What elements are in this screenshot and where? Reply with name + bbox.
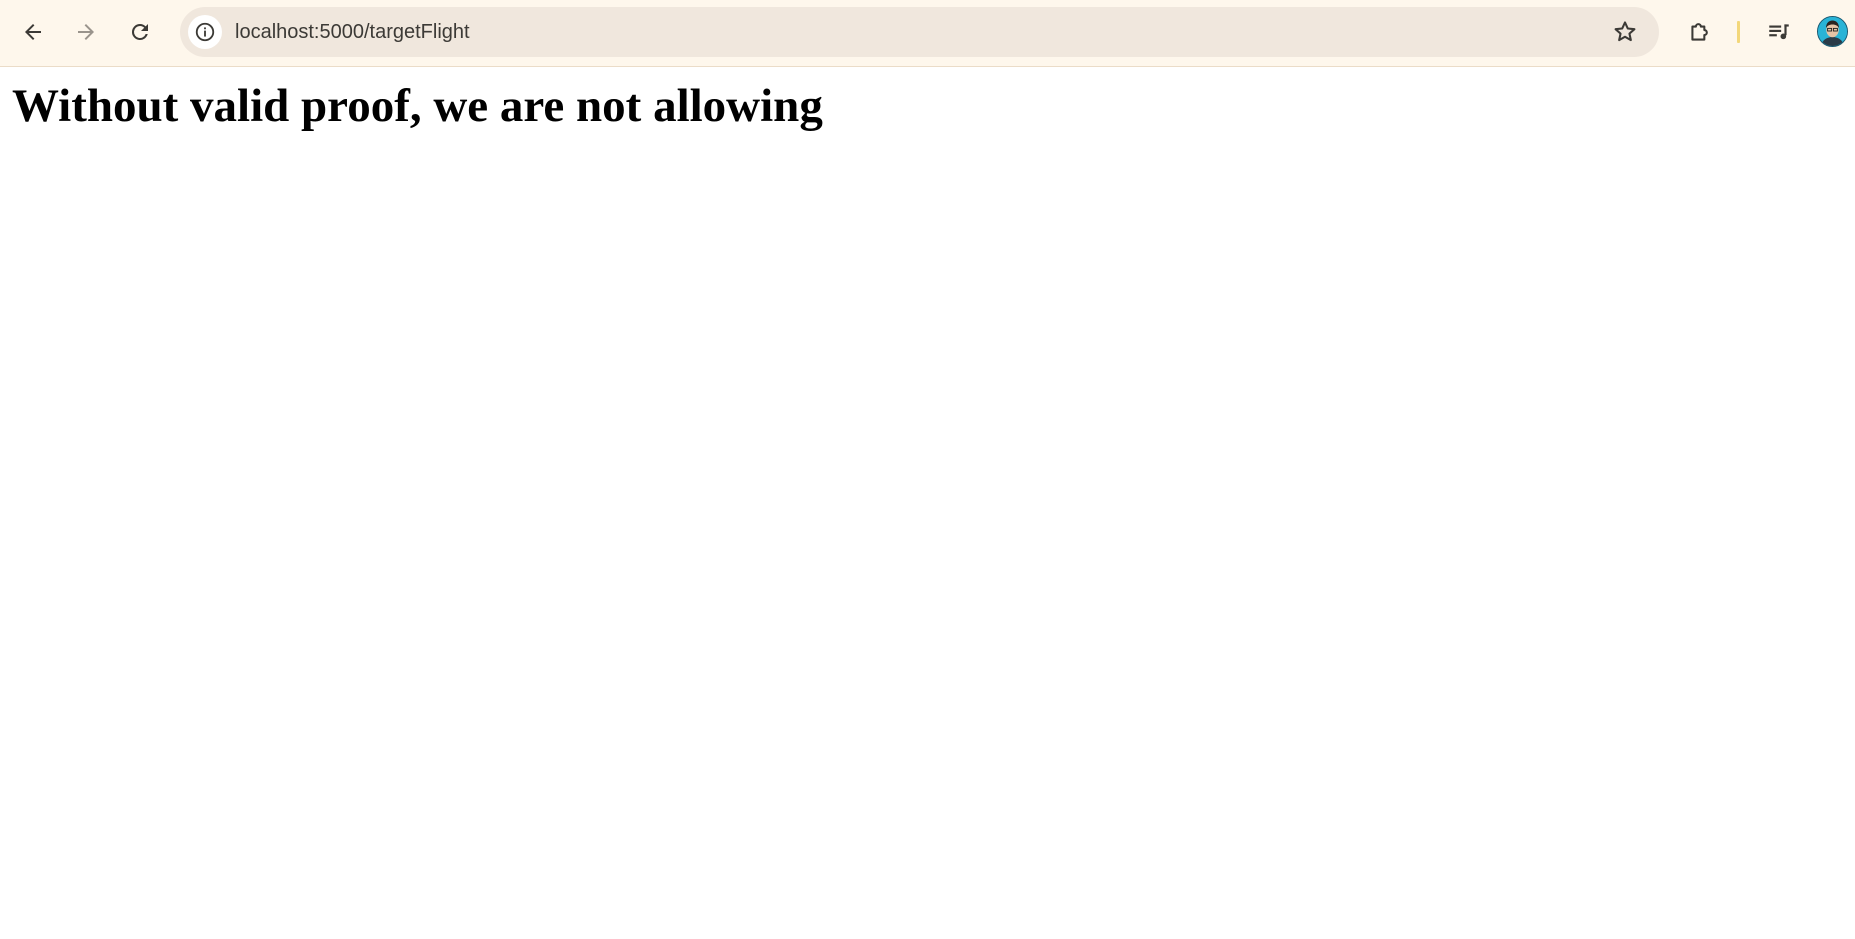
star-icon xyxy=(1614,21,1636,42)
profile-avatar-icon xyxy=(1818,17,1847,46)
browser-toolbar: localhost:5000/targetFlight xyxy=(0,0,1855,67)
arrow-right-icon xyxy=(78,24,94,40)
back-button[interactable] xyxy=(13,12,53,52)
forward-button[interactable] xyxy=(66,12,106,52)
media-controls-button[interactable] xyxy=(1759,12,1799,52)
puzzle-icon xyxy=(1691,23,1708,41)
info-icon xyxy=(195,22,215,42)
page-heading: Without valid proof, we are not allowing xyxy=(12,80,823,132)
avatar[interactable] xyxy=(1817,16,1848,47)
url-text[interactable]: localhost:5000/targetFlight xyxy=(235,7,470,57)
bookmark-button[interactable] xyxy=(1607,14,1643,50)
extensions-button[interactable] xyxy=(1680,12,1720,52)
reload-icon xyxy=(131,23,148,40)
site-info-button[interactable] xyxy=(188,15,222,49)
arrow-left-icon xyxy=(25,24,41,40)
reload-button[interactable] xyxy=(120,12,160,52)
address-bar[interactable]: localhost:5000/targetFlight xyxy=(180,7,1659,57)
playlist-music-icon xyxy=(1769,24,1789,40)
toolbar-divider xyxy=(1737,21,1740,43)
page-content: Without valid proof, we are not allowing xyxy=(0,67,1855,939)
